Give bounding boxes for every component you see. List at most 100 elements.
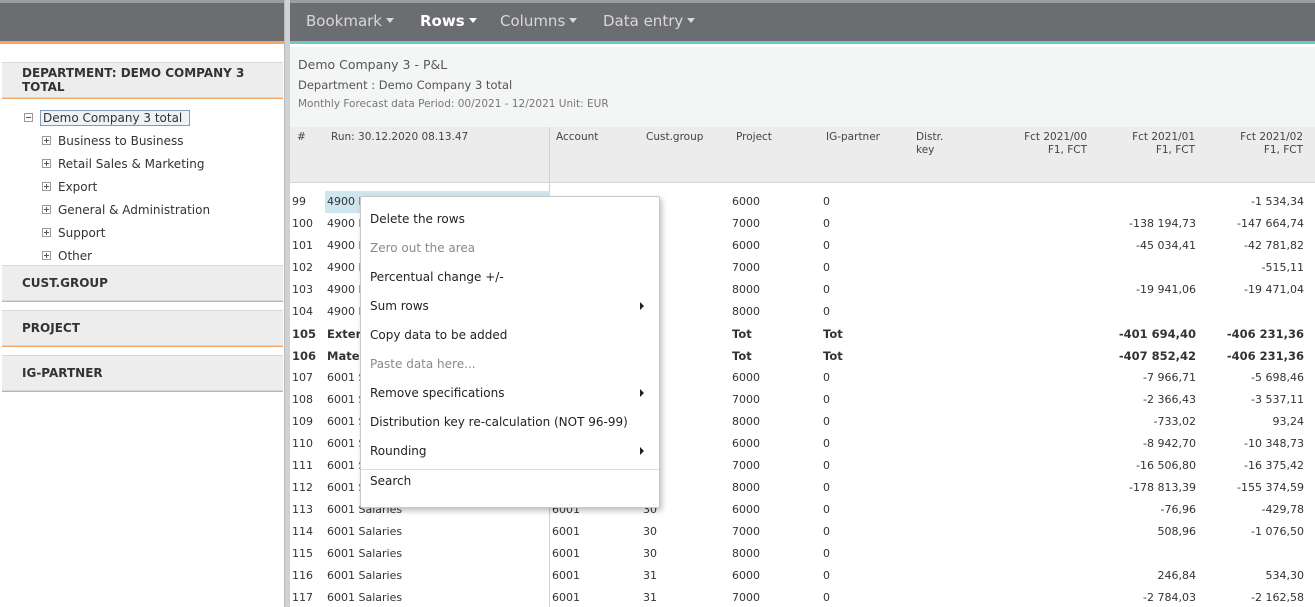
- ctx-item-sum-rows[interactable]: Sum rows: [361, 291, 659, 320]
- custgroup-section-header[interactable]: CUST.GROUP: [2, 265, 283, 302]
- tree-node-other[interactable]: Other: [24, 244, 210, 267]
- cell-project: 7000: [732, 261, 760, 274]
- tree-node-retail-sales-marketing[interactable]: Retail Sales & Marketing: [24, 152, 210, 175]
- cell-fct-2021-02[interactable]: -3 537,11: [1204, 393, 1304, 406]
- table-row[interactable]: 116 6001 Salaries 6001 31 6000 0 246,84 534,30: [290, 565, 1315, 587]
- header-project[interactable]: Project: [736, 131, 772, 144]
- expand-icon[interactable]: [42, 182, 51, 191]
- tree-node-label[interactable]: Other: [58, 249, 92, 263]
- table-row[interactable]: 115 6001 Salaries 6001 30 8000 0: [290, 543, 1315, 565]
- cell-igpartner: 0: [823, 239, 830, 252]
- cell-num: 103: [292, 283, 313, 296]
- tree-node-label[interactable]: Business to Business: [58, 134, 184, 148]
- cell-fct-2021-02[interactable]: -2 162,58: [1204, 591, 1304, 604]
- ctx-item-percentual-change[interactable]: Percentual change +/-: [361, 262, 659, 291]
- department-section-header[interactable]: DEPARTMENT: DEMO COMPANY 3 TOTAL: [2, 62, 283, 99]
- cell-num: 112: [292, 481, 313, 494]
- table-row[interactable]: 114 6001 Salaries 6001 30 7000 0 508,96 -1 076,…: [290, 521, 1315, 543]
- cell-fct-2021-01[interactable]: -45 034,41: [1096, 239, 1196, 252]
- igpartner-section-label: IG-PARTNER: [22, 366, 103, 380]
- cell-fct-2021-01[interactable]: -178 813,39: [1096, 481, 1196, 494]
- header-igpartner[interactable]: IG-partner: [826, 131, 880, 144]
- tree-node-label[interactable]: Export: [58, 180, 97, 194]
- ctx-item-remove-specifications[interactable]: Remove specifications: [361, 378, 659, 407]
- igpartner-section-header[interactable]: IG-PARTNER: [2, 355, 283, 392]
- cell-project: 8000: [732, 481, 760, 494]
- header-distr-key[interactable]: Distr. key: [916, 131, 943, 157]
- expand-icon[interactable]: [42, 136, 51, 145]
- tree-node-general-administration[interactable]: General & Administration: [24, 198, 210, 221]
- ctx-item-label: Distribution key re-calculation (NOT 96-…: [370, 414, 628, 429]
- tree-node-label[interactable]: Retail Sales & Marketing: [58, 157, 204, 171]
- cell-fct-2021-02[interactable]: -147 664,74: [1204, 217, 1304, 230]
- header-fct-line2: F1, FCT: [1155, 144, 1195, 156]
- cell-fct-2021-02[interactable]: -406 231,36: [1204, 349, 1304, 363]
- cell-fct-2021-02[interactable]: -42 781,82: [1204, 239, 1304, 252]
- ctx-item-distribution-key-re-calculation-not-96-99[interactable]: Distribution key re-calculation (NOT 96-…: [361, 407, 659, 436]
- cell-fct-2021-02[interactable]: -406 231,36: [1204, 327, 1304, 341]
- expand-icon[interactable]: [42, 159, 51, 168]
- ctx-item-search[interactable]: Search: [361, 466, 659, 495]
- ctx-item-label: Sum rows: [370, 298, 429, 313]
- ctx-item-label: Rounding: [370, 443, 427, 458]
- cell-fct-2021-02[interactable]: -155 374,59: [1204, 481, 1304, 494]
- ctx-item-label: Search: [370, 473, 412, 488]
- cell-fct-2021-01[interactable]: -7 966,71: [1096, 371, 1196, 384]
- header-account[interactable]: Account: [556, 131, 598, 144]
- project-section-header[interactable]: PROJECT: [2, 310, 283, 347]
- cell-project: 6000: [732, 503, 760, 516]
- table-row[interactable]: 117 6001 Salaries 6001 31 7000 0 -2 784,03 -2 1…: [290, 587, 1315, 607]
- header-fct-2021-00[interactable]: Fct 2021/00 F1, FCT: [1007, 131, 1087, 157]
- cell-num: 109: [292, 415, 313, 428]
- ctx-item-delete-the-rows[interactable]: Delete the rows: [361, 204, 659, 233]
- cell-fct-2021-01[interactable]: -2 366,43: [1096, 393, 1196, 406]
- cell-fct-2021-02[interactable]: -1 076,50: [1204, 525, 1304, 538]
- ctx-item-paste-data-here: Paste data here...: [361, 349, 659, 378]
- header-fct-line2: F1, FCT: [1047, 144, 1087, 156]
- expand-icon[interactable]: [42, 205, 51, 214]
- tree-root-node[interactable]: Demo Company 3 total: [24, 106, 210, 129]
- collapse-icon[interactable]: [24, 113, 33, 122]
- department-section-label: DEPARTMENT: DEMO COMPANY 3 TOTAL: [22, 66, 245, 94]
- cell-fct-2021-01[interactable]: -19 941,06: [1096, 283, 1196, 296]
- header-fct-line1: Fct 2021/02: [1240, 131, 1303, 143]
- cell-fct-2021-01[interactable]: -733,02: [1096, 415, 1196, 428]
- cell-igpartner: 0: [823, 415, 830, 428]
- tree-node-business-to-business[interactable]: Business to Business: [24, 129, 210, 152]
- ctx-item-rounding[interactable]: Rounding: [361, 436, 659, 465]
- tree-root-label[interactable]: Demo Company 3 total: [40, 109, 191, 126]
- tree-node-label[interactable]: General & Administration: [58, 203, 210, 217]
- cell-fct-2021-02[interactable]: 534,30: [1204, 569, 1305, 582]
- cell-fct-2021-01[interactable]: -16 506,80: [1096, 459, 1196, 472]
- cell-fct-2021-01[interactable]: -76,96: [1096, 503, 1196, 516]
- cell-fct-2021-01[interactable]: -2 784,03: [1096, 591, 1196, 604]
- expand-icon[interactable]: [42, 228, 51, 237]
- cell-fct-2021-01[interactable]: 246,84: [1096, 569, 1197, 582]
- cell-fct-2021-02[interactable]: -1 534,34: [1204, 195, 1304, 208]
- cell-fct-2021-02[interactable]: -16 375,42: [1204, 459, 1304, 472]
- cell-fct-2021-02[interactable]: -429,78: [1204, 503, 1304, 516]
- ctx-item-copy-data-to-be-added[interactable]: Copy data to be added: [361, 320, 659, 349]
- header-custgroup[interactable]: Cust.group: [646, 131, 703, 144]
- cell-fct-2021-01[interactable]: -407 852,42: [1096, 349, 1196, 363]
- menu-columns[interactable]: Columns: [500, 12, 578, 30]
- cell-fct-2021-02[interactable]: -5 698,46: [1204, 371, 1304, 384]
- cell-fct-2021-02[interactable]: -515,11: [1204, 261, 1304, 274]
- cell-fct-2021-01[interactable]: -401 694,40: [1096, 327, 1196, 341]
- header-fct-2021-01[interactable]: Fct 2021/01 F1, FCT: [1115, 131, 1195, 157]
- menu-data-entry[interactable]: Data entry: [603, 12, 696, 30]
- expand-icon[interactable]: [42, 251, 51, 260]
- cell-fct-2021-01[interactable]: -138 194,73: [1096, 217, 1196, 230]
- header-fct-2021-02[interactable]: Fct 2021/02 F1, FCT: [1223, 131, 1303, 157]
- cell-fct-2021-02[interactable]: 93,24: [1204, 415, 1305, 428]
- cell-fct-2021-02[interactable]: -10 348,73: [1204, 437, 1304, 450]
- tree-node-label[interactable]: Support: [58, 226, 105, 240]
- menu-rows[interactable]: Rows: [420, 12, 477, 30]
- tree-node-export[interactable]: Export: [24, 175, 210, 198]
- cell-fct-2021-01[interactable]: -8 942,70: [1096, 437, 1196, 450]
- menu-columns-label: Columns: [500, 12, 566, 30]
- cell-fct-2021-02[interactable]: -19 471,04: [1204, 283, 1304, 296]
- menu-bookmark[interactable]: Bookmark: [306, 12, 394, 30]
- cell-fct-2021-01[interactable]: 508,96: [1096, 525, 1197, 538]
- tree-node-support[interactable]: Support: [24, 221, 210, 244]
